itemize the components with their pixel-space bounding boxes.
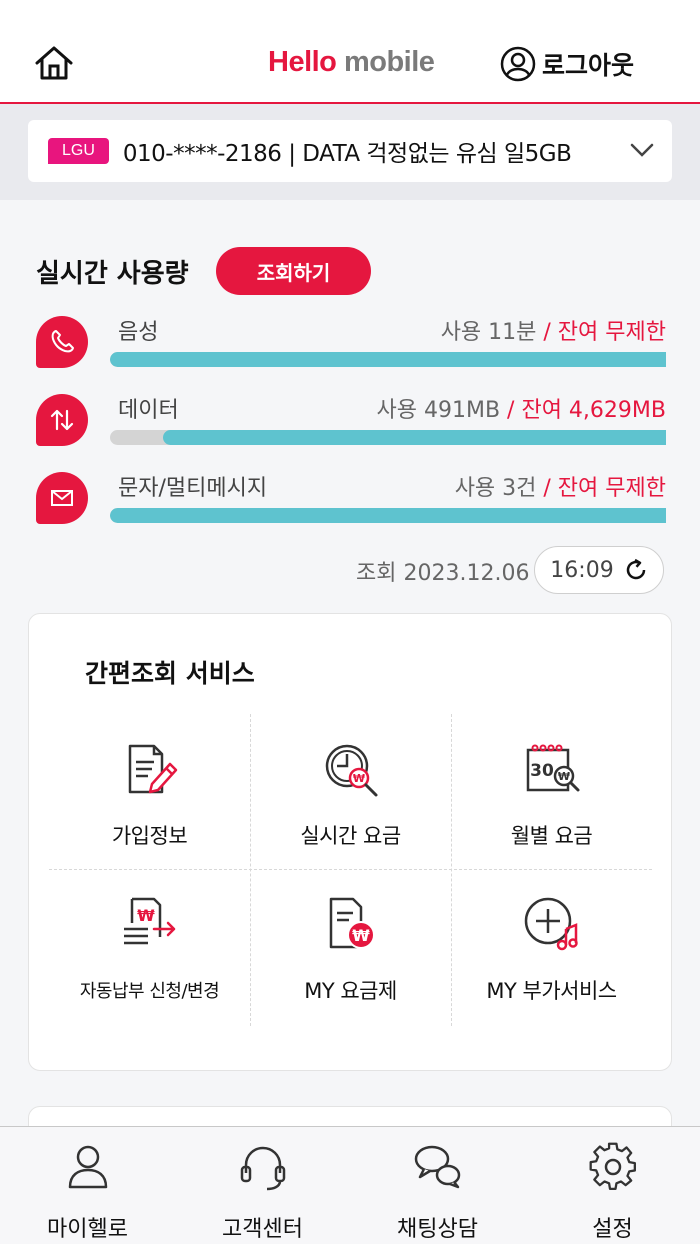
usage-used: 사용 491MB <box>376 398 501 423</box>
app-header: Hello mobile 로그아웃 <box>0 0 700 104</box>
plan-won-icon: ₩ <box>329 897 375 949</box>
usage-row-data: 데이터 사용 491MB / 잔여 4,629MB <box>36 394 666 454</box>
hello-mobile-logo[interactable]: Hello mobile <box>268 46 435 79</box>
usage-label: 음성 <box>118 320 159 345</box>
svg-text:₩: ₩ <box>137 906 155 925</box>
logo-product: mobile <box>343 46 435 78</box>
add-music-icon <box>524 897 578 951</box>
nav-chat[interactable]: 채팅상담 <box>350 1127 525 1244</box>
refresh-button[interactable]: 16:09 <box>534 546 664 594</box>
bottom-navigation: 마이헬로 고객센터 채팅상담 설정 <box>0 1126 700 1244</box>
usage-used: 사용 11분 <box>440 320 537 345</box>
line-info: 010-****-2186 | DATA 걱정없는 유심 일5GB <box>122 141 572 167</box>
service-auto-payment[interactable]: ₩ 자동납부 신청/변경 <box>49 869 250 1024</box>
usage-bar <box>110 352 666 367</box>
nav-customer-center[interactable]: 고객센터 <box>175 1127 350 1244</box>
query-date: 조회 2023.12.06 <box>356 561 530 586</box>
usage-row-voice: 음성 사용 11분 / 잔여 무제한 <box>36 316 666 376</box>
headset-icon <box>240 1146 285 1191</box>
svg-text:₩: ₩ <box>352 926 370 945</box>
services-grid: 가입정보 ₩ 실시간 요금 30 ₩ 월별 요금 ₩ 자동납부 신청/변경 ₩ … <box>49 714 652 1026</box>
data-transfer-icon <box>36 394 88 446</box>
logo-brand: Hello <box>268 46 337 78</box>
usage-remaining: / 잔여 4,629MB <box>500 398 666 423</box>
chat-icon <box>414 1145 460 1189</box>
service-realtime-fee[interactable]: ₩ 실시간 요금 <box>250 714 451 869</box>
services-title: 간편조회 서비스 <box>85 659 255 688</box>
usage-bar <box>110 430 666 445</box>
service-my-addons[interactable]: MY 부가서비스 <box>451 869 652 1024</box>
nav-label: 채팅상담 <box>397 1217 478 1242</box>
auto-pay-icon: ₩ <box>123 897 175 945</box>
lookup-button[interactable]: 조회하기 <box>216 247 371 295</box>
svg-text:30: 30 <box>530 761 554 781</box>
logout-label: 로그아웃 <box>542 51 635 80</box>
clock-won-search-icon: ₩ <box>325 744 377 797</box>
service-label: MY 요금제 <box>304 979 397 1003</box>
nav-settings[interactable]: 설정 <box>525 1127 700 1244</box>
line-selector[interactable]: LGU 010-****-2186 | DATA 걱정없는 유심 일5GB <box>28 120 672 182</box>
home-button[interactable] <box>34 44 74 82</box>
gear-icon <box>589 1142 636 1190</box>
service-label: 가입정보 <box>111 824 188 848</box>
phone-icon <box>36 316 88 368</box>
nav-my-hello[interactable]: 마이헬로 <box>0 1127 175 1244</box>
nav-label: 설정 <box>592 1217 633 1242</box>
service-my-plan[interactable]: ₩ MY 요금제 <box>250 869 451 1024</box>
usage-bar-fill <box>110 508 666 523</box>
nav-label: 마이헬로 <box>47 1217 128 1242</box>
service-subscription-info[interactable]: 가입정보 <box>49 714 250 869</box>
quick-services-card: 간편조회 서비스 가입정보 ₩ 실시간 요금 30 ₩ 월별 요금 ₩ 자동납부… <box>28 613 672 1071</box>
query-time: 16:09 <box>550 557 614 583</box>
chevron-down-icon <box>630 143 654 157</box>
usage-bar-fill <box>110 352 666 367</box>
usage-values: 사용 491MB / 잔여 4,629MB <box>377 392 666 424</box>
person-icon <box>68 1145 107 1189</box>
svg-text:₩: ₩ <box>557 770 569 783</box>
service-label: 월별 요금 <box>510 824 593 848</box>
calendar-won-icon: 30 ₩ <box>526 744 579 792</box>
line-selector-area: LGU 010-****-2186 | DATA 걱정없는 유심 일5GB <box>0 104 700 200</box>
mail-icon <box>36 472 88 524</box>
carrier-badge: LGU <box>48 138 109 164</box>
refresh-icon <box>626 558 645 580</box>
usage-bar-fill <box>163 430 666 445</box>
usage-label: 데이터 <box>118 398 179 423</box>
usage-label: 문자/멀티메시지 <box>118 476 268 501</box>
svg-text:₩: ₩ <box>352 772 364 785</box>
usage-row-sms: 문자/멀티메시지 사용 3건 / 잔여 무제한 <box>36 472 666 532</box>
service-label: MY 부가서비스 <box>486 979 617 1003</box>
user-circle-icon <box>500 46 536 82</box>
usage-values: 사용 11분 / 잔여 무제한 <box>441 314 666 346</box>
home-icon <box>35 46 73 80</box>
service-label: 실시간 요금 <box>300 824 401 848</box>
usage-title: 실시간 사용량 <box>36 259 189 289</box>
nav-label: 고객센터 <box>222 1217 303 1242</box>
service-monthly-fee[interactable]: 30 ₩ 월별 요금 <box>451 714 652 869</box>
usage-used: 사용 3건 <box>454 476 537 501</box>
document-edit-icon <box>128 744 177 794</box>
usage-remaining: / 잔여 무제한 <box>536 476 666 501</box>
service-label: 자동납부 신청/변경 <box>79 981 220 1002</box>
usage-values: 사용 3건 / 잔여 무제한 <box>455 470 666 502</box>
logout-button[interactable]: 로그아웃 <box>500 44 634 84</box>
usage-remaining: / 잔여 무제한 <box>536 320 666 345</box>
usage-bar <box>110 508 666 523</box>
